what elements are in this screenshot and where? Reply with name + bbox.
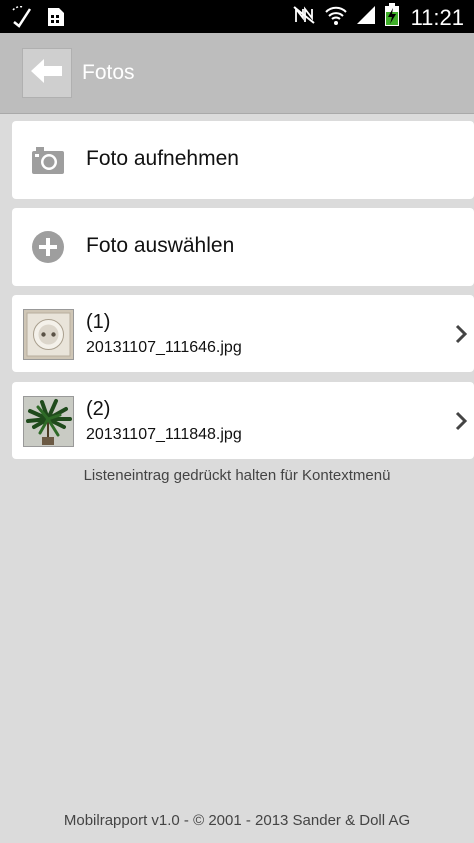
plus-circle-icon [32, 231, 64, 263]
photo-filename: 20131107_111646.jpg [86, 339, 242, 356]
photo-index: (2) [86, 398, 111, 420]
photo-index: (1) [86, 311, 111, 333]
arrow-left-icon [29, 56, 65, 91]
take-photo-button[interactable]: Foto aufnehmen [12, 121, 474, 199]
battery-charging-icon [384, 3, 400, 32]
action-bar: Fotos [0, 33, 474, 114]
take-photo-label: Foto aufnehmen [86, 147, 239, 170]
clock: 11:21 [410, 4, 464, 30]
page-title: Fotos [82, 61, 135, 84]
nfc-muted-icon [291, 4, 317, 31]
context-menu-hint: Listeneintrag gedrückt halten für Kontex… [83, 467, 391, 484]
choose-photo-label: Foto auswählen [86, 234, 235, 257]
chevron-right-icon [453, 410, 469, 437]
wifi-tethering-icon [10, 5, 36, 33]
choose-photo-button[interactable]: Foto auswählen [12, 208, 474, 286]
signal-icon [355, 4, 377, 31]
photo-list-item[interactable]: (1) 20131107_111646.jpg [12, 295, 474, 372]
photo-list-item[interactable]: (2) 20131107_111848.jpg [12, 382, 474, 459]
sim-storage-icon [46, 6, 66, 33]
footer-copyright: Mobilrapport v1.0 - © 2001 - 2013 Sander… [63, 812, 411, 829]
power-socket-thumbnail [23, 309, 74, 360]
back-button[interactable] [22, 48, 72, 98]
plant-thumbnail [23, 396, 74, 447]
wifi-icon [324, 4, 348, 31]
status-bar: 11:21 [0, 0, 474, 33]
chevron-right-icon [453, 323, 469, 350]
photo-filename: 20131107_111848.jpg [86, 426, 242, 443]
camera-icon [32, 144, 64, 176]
